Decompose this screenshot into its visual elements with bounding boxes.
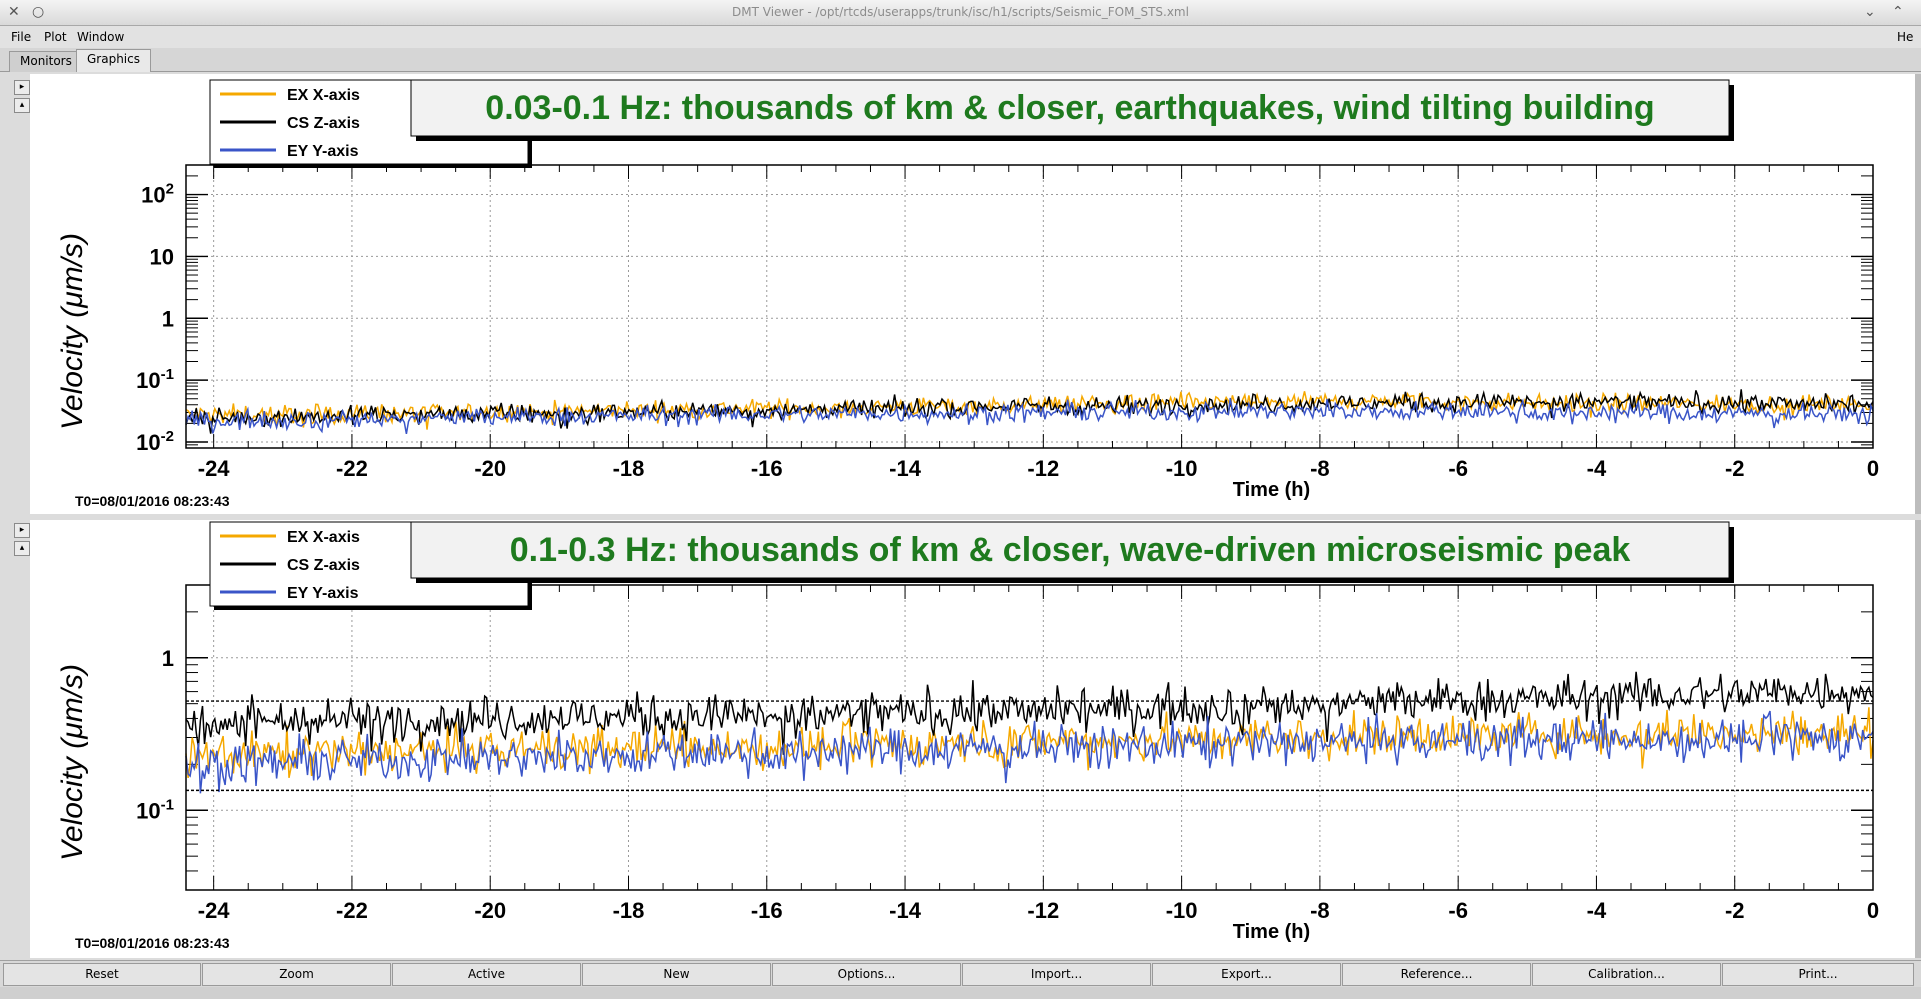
status-strip bbox=[0, 987, 1921, 999]
y-axis-label: Velocity (μm/s) bbox=[56, 664, 89, 861]
legend-label: CS Z-axis bbox=[287, 557, 360, 574]
bottom-toolbar: Reset Zoom Active New Options... Import.… bbox=[0, 960, 1921, 987]
chart-panel-1: -24 -22 -20 -18 -16 -14 -12 -10 -8 -6 -4 -2 010-210-… bbox=[30, 74, 1915, 514]
x-tick-label: -8 bbox=[1310, 898, 1330, 923]
x-tick-label: -22 bbox=[336, 456, 368, 481]
t0-label: T0=08/01/2016 08:23:43 bbox=[75, 493, 230, 509]
x-tick-label: -22 bbox=[336, 898, 368, 923]
legend-label: EY Y-axis bbox=[287, 585, 359, 602]
x-tick-label: -8 bbox=[1310, 456, 1330, 481]
calibration-button[interactable]: Calibration... bbox=[1532, 963, 1721, 986]
x-tick-label: -4 bbox=[1587, 456, 1607, 481]
y-tick-label: 1 bbox=[162, 306, 174, 331]
plots-canvas[interactable]: -24 -22 -20 -18 -16 -14 -12 -10 -8 -6 -4 -2 010-210-… bbox=[0, 0, 1921, 999]
x-tick-label: 0 bbox=[1867, 898, 1879, 923]
zoom-button[interactable]: Zoom bbox=[202, 963, 391, 986]
x-tick-label: -6 bbox=[1448, 898, 1468, 923]
x-axis-label: Time (h) bbox=[1233, 921, 1310, 943]
x-axis-label: Time (h) bbox=[1233, 479, 1310, 501]
x-tick-label: -14 bbox=[889, 456, 922, 481]
x-tick-label: -16 bbox=[751, 898, 783, 923]
x-tick-label: -10 bbox=[1166, 898, 1198, 923]
x-tick-label: 0 bbox=[1867, 456, 1879, 481]
chart-title: 0.1-0.3 Hz: thousands of km & closer, wa… bbox=[510, 531, 1631, 569]
reset-button[interactable]: Reset bbox=[3, 963, 201, 986]
chart-panel-2: -24 -22 -20 -18 -16 -14 -12 -10 -8 -6 -4 -2 010-11Ti… bbox=[30, 520, 1915, 958]
x-tick-label: -20 bbox=[474, 456, 506, 481]
x-tick-label: -20 bbox=[474, 898, 506, 923]
legend-label: EX X-axis bbox=[287, 529, 360, 546]
y-tick-label: 10 bbox=[150, 244, 174, 269]
options-button[interactable]: Options... bbox=[772, 963, 961, 986]
x-tick-label: -16 bbox=[751, 456, 783, 481]
import-button[interactable]: Import... bbox=[962, 963, 1151, 986]
x-tick-label: -2 bbox=[1725, 898, 1745, 923]
x-tick-label: -24 bbox=[198, 898, 231, 923]
x-tick-label: -14 bbox=[889, 898, 922, 923]
x-tick-label: -2 bbox=[1725, 456, 1745, 481]
reference-button[interactable]: Reference... bbox=[1342, 963, 1531, 986]
t0-label: T0=08/01/2016 08:23:43 bbox=[75, 935, 230, 951]
chart-title-box: 0.03-0.1 Hz: thousands of km & closer, e… bbox=[410, 79, 1734, 141]
legend-label: CS Z-axis bbox=[287, 115, 360, 132]
x-tick-label: -24 bbox=[198, 456, 231, 481]
new-button[interactable]: New bbox=[582, 963, 771, 986]
legend-label: EX X-axis bbox=[287, 87, 360, 104]
y-axis-label: Velocity (μm/s) bbox=[56, 233, 89, 430]
x-tick-label: -18 bbox=[613, 456, 645, 481]
chart-title-box: 0.1-0.3 Hz: thousands of km & closer, wa… bbox=[410, 521, 1734, 583]
chart-title: 0.03-0.1 Hz: thousands of km & closer, e… bbox=[485, 89, 1654, 127]
x-tick-label: -12 bbox=[1027, 456, 1059, 481]
x-tick-label: -6 bbox=[1448, 456, 1468, 481]
active-button[interactable]: Active bbox=[392, 963, 581, 986]
print-button[interactable]: Print... bbox=[1722, 963, 1914, 986]
x-tick-label: -12 bbox=[1027, 898, 1059, 923]
legend-label: EY Y-axis bbox=[287, 143, 359, 160]
x-tick-label: -18 bbox=[613, 898, 645, 923]
x-tick-label: -4 bbox=[1587, 898, 1607, 923]
x-tick-label: -10 bbox=[1166, 456, 1198, 481]
export-button[interactable]: Export... bbox=[1152, 963, 1341, 986]
y-tick-label: 1 bbox=[162, 646, 174, 671]
